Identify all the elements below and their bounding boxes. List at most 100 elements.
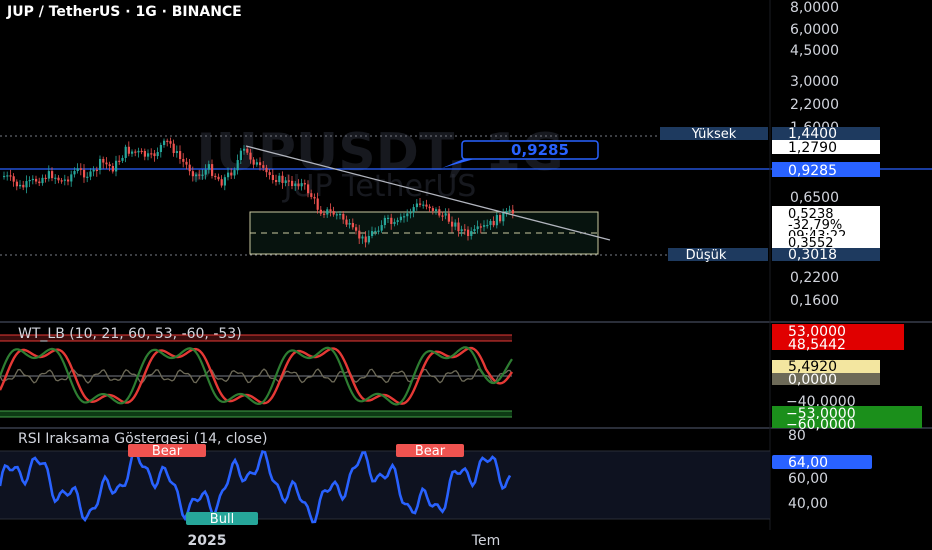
candle: [281, 175, 284, 183]
candle: [502, 212, 505, 222]
candle: [70, 174, 73, 182]
candle: [255, 162, 258, 165]
high-label: Yüksek: [691, 127, 737, 142]
candle: [323, 213, 326, 215]
candle: [377, 230, 380, 232]
candle: [163, 140, 166, 145]
rsi-band: [0, 451, 770, 519]
candle: [63, 179, 66, 181]
wt-title[interactable]: WT_LB (10, 21, 60, 53, -60, -53): [18, 326, 242, 342]
level-price-value: 0,9285: [788, 163, 837, 179]
candle: [307, 184, 310, 194]
symbol-title[interactable]: JUP / TetherUS · 1G · BINANCE: [6, 4, 242, 20]
candle: [156, 152, 159, 157]
candle: [492, 221, 495, 226]
candle: [95, 169, 98, 171]
candle: [463, 229, 466, 231]
low-value: 0,3018: [788, 247, 837, 263]
candle: [364, 236, 367, 243]
candle: [451, 221, 454, 227]
candle: [425, 204, 428, 207]
bear-label: Bear: [152, 444, 183, 459]
candle: [99, 158, 102, 171]
candle: [41, 177, 44, 184]
candle: [127, 146, 130, 154]
candle: [73, 171, 76, 175]
candle: [262, 165, 265, 168]
candle: [105, 162, 108, 165]
candle: [230, 172, 233, 176]
candle: [172, 143, 175, 154]
candle: [89, 171, 92, 177]
price-axis-tick: 6,0000: [790, 22, 839, 38]
candle: [441, 215, 444, 217]
candle: [207, 164, 210, 170]
candle: [399, 216, 402, 221]
candle: [287, 180, 290, 182]
candle: [470, 231, 473, 237]
candle: [457, 222, 460, 232]
rsi-axis-tick: 60,00: [788, 471, 828, 487]
candle: [495, 215, 498, 226]
candle: [419, 203, 422, 205]
candle: [326, 209, 329, 215]
candle: [483, 225, 486, 227]
candle: [358, 230, 361, 239]
candle: [249, 152, 252, 160]
candle: [259, 162, 262, 166]
candle: [467, 229, 470, 237]
candle: [121, 157, 124, 161]
candle: [111, 166, 114, 172]
range-box[interactable]: [249, 211, 599, 255]
candle: [223, 177, 226, 186]
candle: [134, 151, 137, 153]
candle: [310, 193, 313, 197]
candle: [15, 181, 18, 187]
candle: [422, 204, 425, 206]
candle: [124, 146, 127, 158]
candle: [489, 221, 492, 225]
candle: [431, 208, 434, 211]
time-axis-tick: 2025: [188, 533, 227, 549]
candle: [76, 168, 79, 172]
candle: [175, 151, 178, 154]
price-axis-tick: 3,0000: [790, 74, 839, 90]
candle: [252, 159, 255, 165]
candle: [115, 160, 118, 172]
candle: [25, 181, 28, 188]
candle: [406, 213, 409, 217]
candle: [508, 209, 511, 211]
candle: [454, 222, 457, 227]
candle: [284, 180, 287, 183]
candle: [60, 180, 63, 182]
candle: [6, 175, 9, 177]
candle: [355, 227, 358, 231]
candle: [297, 183, 300, 187]
candle: [179, 151, 182, 159]
price-axis-tick: 0,6500: [790, 190, 839, 206]
candle: [236, 160, 239, 171]
candle: [204, 169, 207, 175]
candle: [182, 158, 185, 162]
candle: [447, 213, 450, 222]
candle: [38, 181, 41, 184]
wt-oversold-band: [0, 411, 512, 417]
candle: [201, 174, 204, 176]
candle: [294, 183, 297, 187]
candle: [473, 229, 476, 232]
candle: [271, 174, 274, 181]
candle: [22, 184, 25, 188]
trading-chart[interactable]: JUPUSDT, 1G JUP TetherUS JUP / TetherUS …: [0, 0, 932, 550]
candle: [511, 209, 514, 214]
candle: [412, 207, 415, 213]
candle: [195, 174, 198, 177]
candle: [361, 236, 364, 239]
candle: [313, 196, 316, 199]
price-axis-tick: 4,5000: [790, 43, 839, 59]
current-upper-value: 1,2790: [788, 140, 837, 156]
candle: [118, 160, 121, 162]
wt-label-wt1: 48,5442: [788, 337, 846, 353]
candle: [438, 209, 441, 216]
candle: [191, 171, 194, 177]
candle: [211, 164, 214, 176]
